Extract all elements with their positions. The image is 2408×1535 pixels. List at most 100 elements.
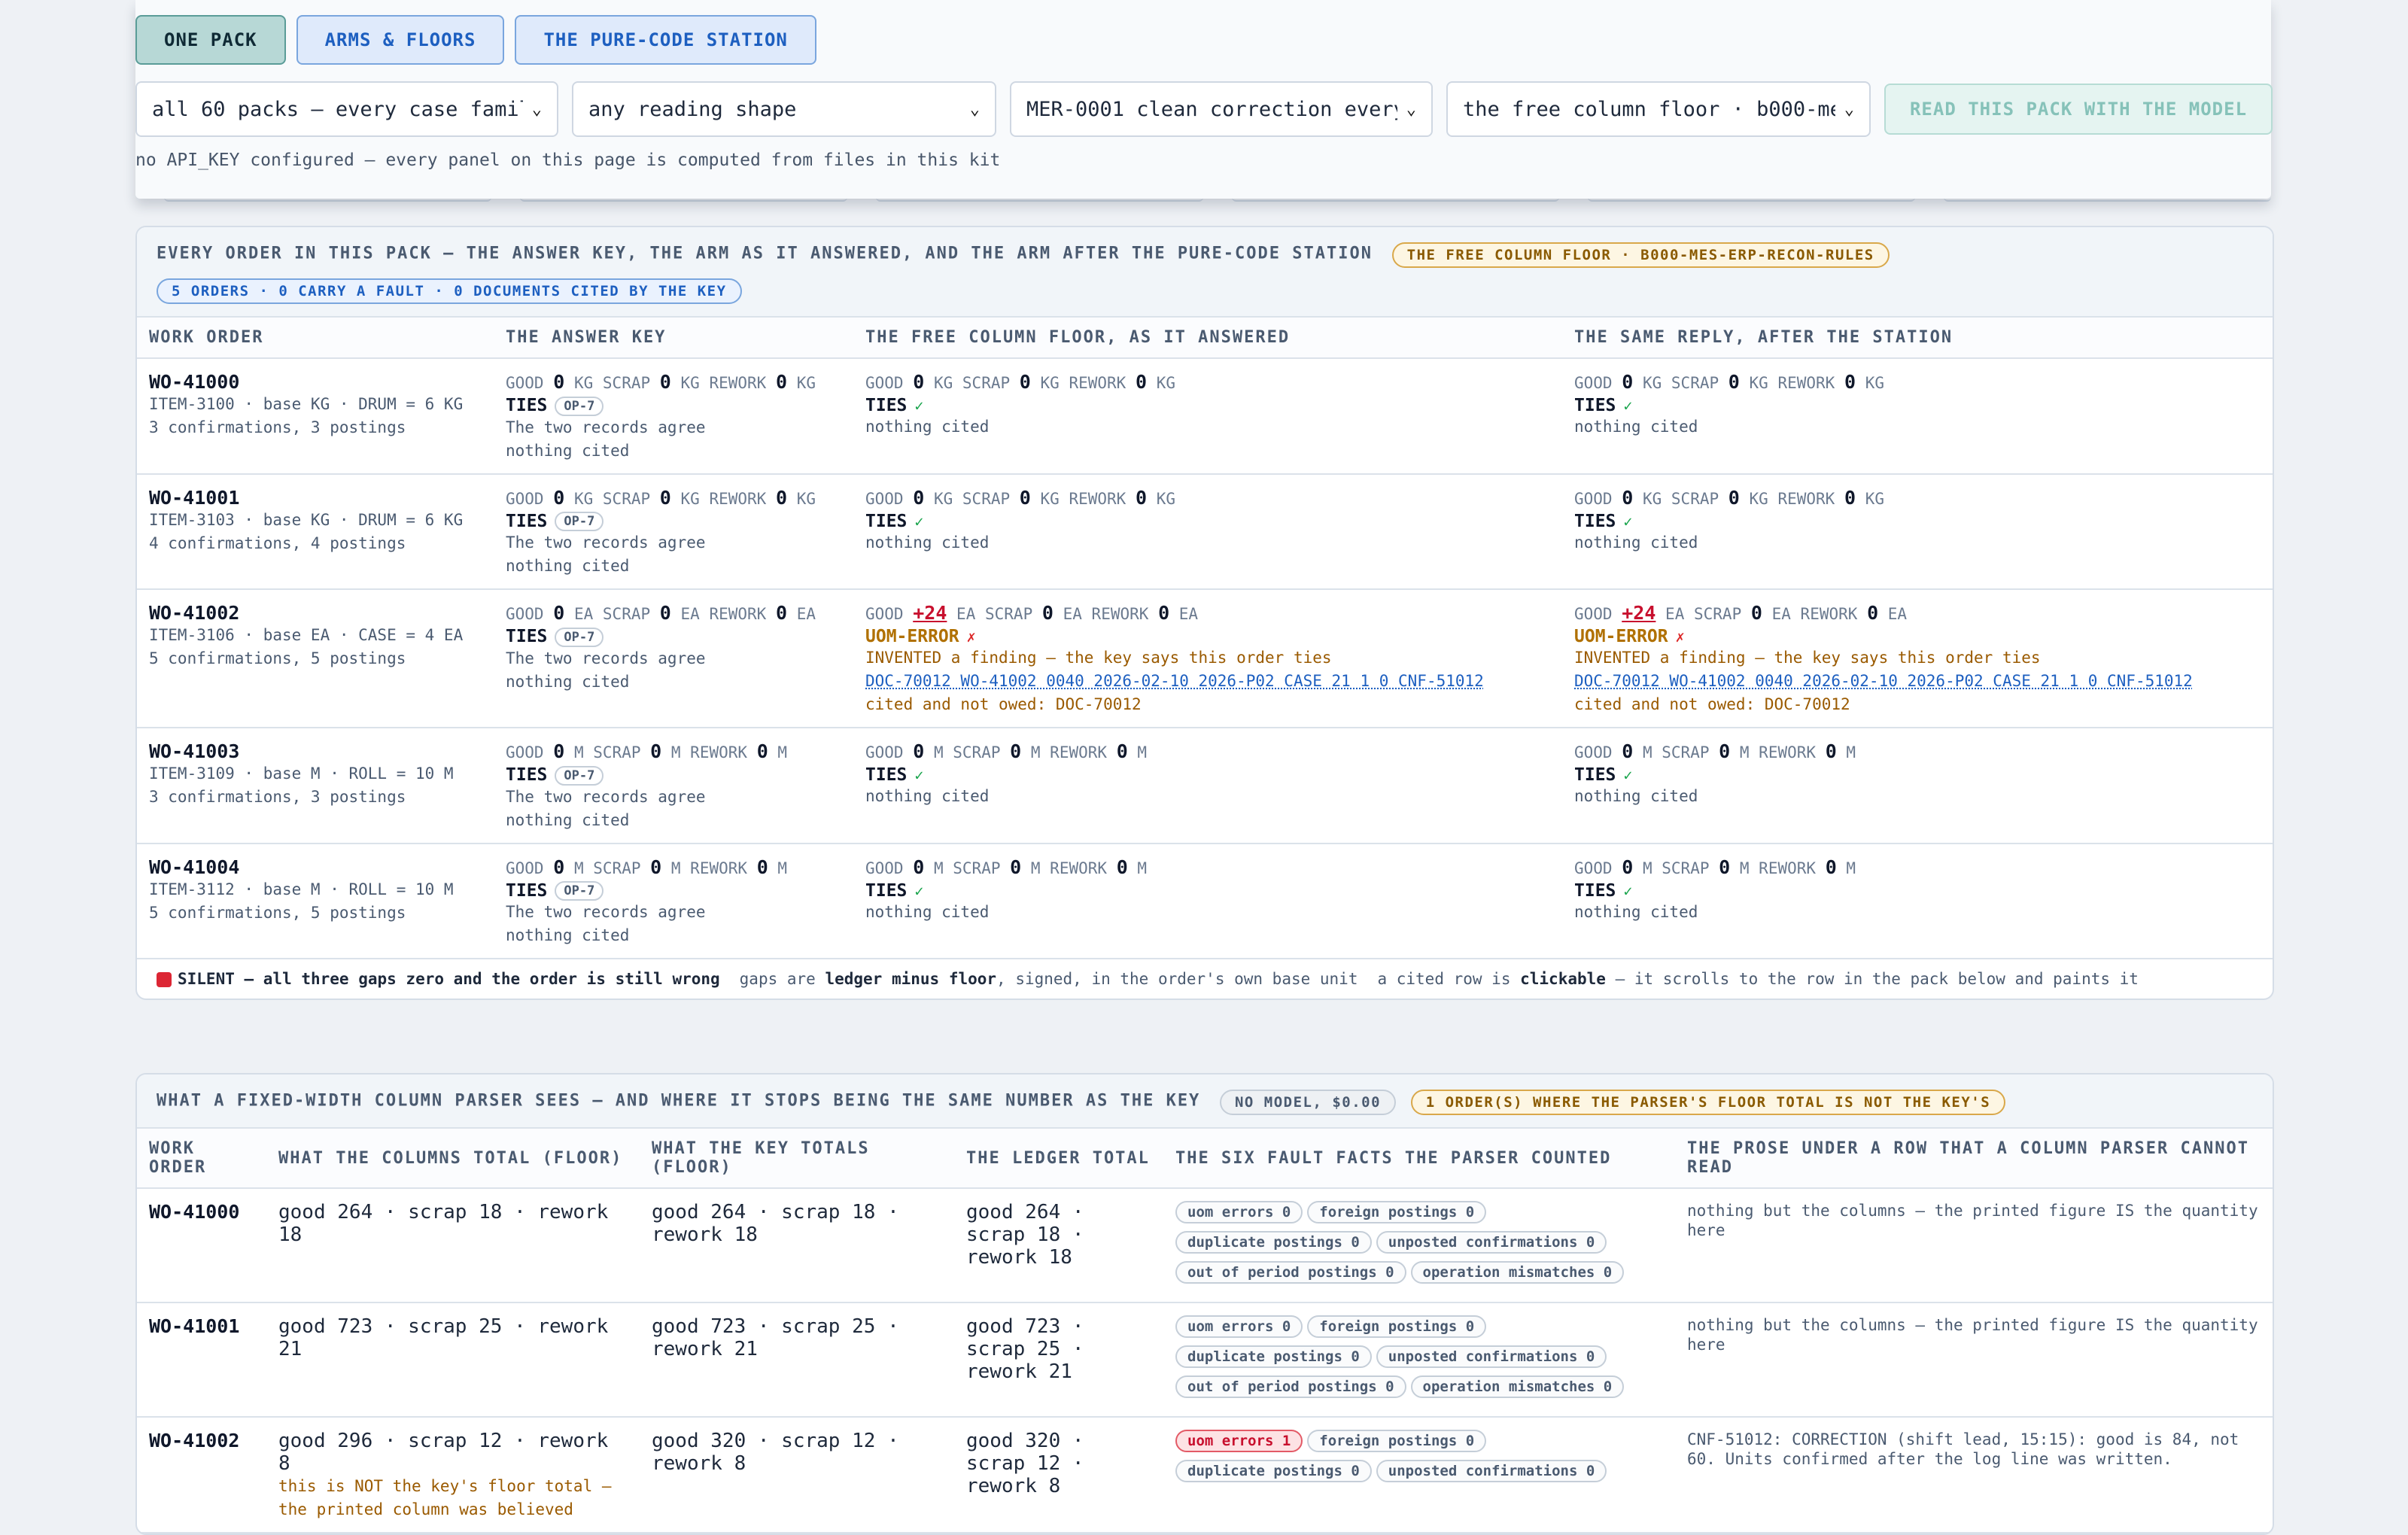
order-row: WO-41000 ITEM-3100 · base KG · DRUM = 6 K… [137,358,2273,475]
col-as-answered: THE FREE COLUMN FLOOR, AS IT ANSWERED [853,318,1562,359]
key-total: good 723 · scrap 25 · rework 21 [652,1315,899,1360]
rework-gap-value: 0 [1135,371,1148,393]
unit-label: KG [1156,489,1175,508]
gap-values: GOOD 0 KG SCRAP 0 KG REWORK 0 KG [506,487,841,509]
work-order-cell: WO-41001 ITEM-3103 · base KG · DRUM = 6 K… [137,473,494,590]
good-gap-value: 0 [553,856,565,878]
scrap-label: SCRAP [953,859,1001,877]
cross-icon: ✗ [1675,628,1685,646]
good-label: GOOD [506,374,544,392]
chevron-down-icon: ⌄ [1844,99,1854,119]
note-line: The two records agree [506,533,706,552]
scrap-label: SCRAP [1671,489,1719,508]
operation-badge: OP-7 [555,881,604,901]
check-icon: ✓ [914,881,924,900]
work-order-cell: WO-41004 ITEM-3112 · base M · ROLL = 10 M… [137,843,494,959]
work-order-id[interactable]: WO-41001 [149,1315,254,1337]
work-order-cell: WO-41002 ITEM-3106 · base EA · CASE = 4 E… [137,589,494,728]
columns-total: good 723 · scrap 25 · rework 21 [278,1315,609,1360]
scrap-gap-value: 0 [659,371,671,393]
rework-label: REWORK [1050,743,1108,761]
good-label: GOOD [1574,489,1613,508]
orders-table-header: WORK ORDER THE ANSWER KEY THE FREE COLUM… [137,318,2273,359]
note-line: The two records agree [506,903,706,921]
scrap-label: SCRAP [602,374,651,392]
after-station-cell: GOOD 0 M SCRAP 0 M REWORK 0 M TIES ✓ nothi… [1562,843,2273,959]
verdict-label: TIES [865,880,908,901]
columns-total-cell: good 264 · scrap 18 · rework 18 [266,1188,640,1303]
reading-shape-select[interactable]: any reading shape ⌄ [572,81,996,137]
scrap-gap-value: 0 [659,486,671,509]
prose-cell: nothing but the columns — the printed fi… [1675,1188,2273,1303]
work-order-id[interactable]: WO-41004 [149,856,482,878]
scrap-gap-value: 0 [650,856,662,878]
after-station-cell: GOOD 0 KG SCRAP 0 KG REWORK 0 KG TIES ✓ no… [1562,358,2273,475]
verdict: TIES ✓ [1574,881,2261,901]
unit-label: EA [1665,605,1685,623]
item-spec: ITEM-3106 · base EA · CASE = 4 EA [149,626,464,644]
scrap-label: SCRAP [985,605,1033,623]
order-row: WO-41004 ITEM-3112 · base M · ROLL = 10 M… [137,843,2273,959]
work-order-id[interactable]: WO-41000 [149,1201,254,1223]
arm-select-value: the free column floor · b000-mes [1463,97,1835,121]
unit-label: M [1030,859,1041,877]
note-line: nothing cited [865,533,990,552]
verdict-label: TIES [1574,396,1616,415]
check-icon: ✓ [914,766,924,784]
ledger-total: good 264 · scrap 18 · rework 18 [966,1201,1084,1269]
answer-key-cell: GOOD 0 M SCRAP 0 M REWORK 0 M TIES OP-7 Th… [494,843,853,959]
operation-badge: OP-7 [555,765,604,786]
work-order-id[interactable]: WO-41002 [149,1430,254,1451]
arm-select[interactable]: the free column floor · b000-mes ⌄ [1446,81,1871,137]
read-pack-button[interactable]: READ THIS PACK WITH THE MODEL [1884,84,2273,135]
fault-fact-chip: duplicate postings 0 [1175,1460,1372,1482]
work-order-id[interactable]: WO-41002 [149,602,482,624]
good-label: GOOD [865,374,904,392]
work-order-id[interactable]: WO-41000 [149,371,482,393]
unit-label: EA [1887,605,1908,623]
rework-gap-value: 0 [775,602,788,624]
note-line: nothing cited [506,672,630,691]
good-label: GOOD [1574,605,1613,623]
after-station-cell: GOOD 0 KG SCRAP 0 KG REWORK 0 KG TIES ✓ no… [1562,473,2273,590]
pack-select[interactable]: all 60 packs — every case family ⌄ [135,81,558,137]
good-gap-value: 0 [553,371,565,393]
confirmation-count: 4 confirmations, 4 postings [149,533,406,552]
arm-pill: THE FREE COLUMN FLOOR · B000-MES-ERP-REC… [1391,242,1890,268]
gap-values: GOOD 0 KG SCRAP 0 KG REWORK 0 KG [506,371,841,393]
scrap-label: SCRAP [962,374,1011,392]
as-answered-cell: GOOD +24 EA SCRAP 0 EA REWORK 0 EA UOM-E… [853,589,1562,728]
work-order-id[interactable]: WO-41001 [149,487,482,509]
reading-shape-value: any reading shape [588,97,797,121]
rework-label: REWORK [1091,605,1149,623]
columns-mismatch-warning: this is NOT the key's floor total — the … [278,1477,612,1518]
order-row: WO-41002 ITEM-3106 · base EA · CASE = 4 E… [137,589,2273,728]
scrap-label: SCRAP [602,605,651,623]
cited-document-link[interactable]: DOC-70012 WO-41002 0040 2026-02-10 2026-… [1574,670,2261,693]
rework-gap-value: 0 [1135,486,1148,509]
case-select[interactable]: MER-0001 clean correction every ⌄ [1010,81,1433,137]
row-prose: nothing but the columns — the printed fi… [1687,1316,2258,1354]
check-icon: ✓ [914,397,924,415]
verdict-label: TIES [865,511,908,531]
col-after-station: THE SAME REPLY, AFTER THE STATION [1562,318,2273,359]
tab-pure-code-station[interactable]: THE PURE-CODE STATION [515,15,816,65]
tab-arms-floors[interactable]: ARMS & FLOORS [296,15,505,65]
good-gap-value: 0 [913,740,925,762]
answer-key-cell: GOOD 0 KG SCRAP 0 KG REWORK 0 KG TIES OP-… [494,358,853,475]
tab-one-pack[interactable]: ONE PACK [135,15,286,65]
verdict-label: UOM-ERROR [865,627,959,646]
rework-label: REWORK [1777,374,1835,392]
col-answer-key: THE ANSWER KEY [494,318,853,359]
key-total: good 320 · scrap 12 · rework 8 [652,1430,899,1475]
after-station-cell: GOOD 0 M SCRAP 0 M REWORK 0 M TIES ✓ nothi… [1562,728,2273,844]
work-order-id[interactable]: WO-41003 [149,740,482,762]
orders-legend: SILENT — all three gaps zero and the ord… [137,959,2273,999]
cited-document-link[interactable]: DOC-70012 WO-41002 0040 2026-02-10 2026-… [865,670,1550,693]
rework-gap-value: 0 [756,740,768,762]
fault-fact-chip: unposted confirmations 0 [1376,1345,1607,1368]
verdict: TIES ✓ [865,765,1550,785]
item-spec: ITEM-3112 · base M · ROLL = 10 M [149,880,454,898]
unit-label: EA [796,605,816,623]
rework-gap-value: 0 [1158,602,1170,624]
